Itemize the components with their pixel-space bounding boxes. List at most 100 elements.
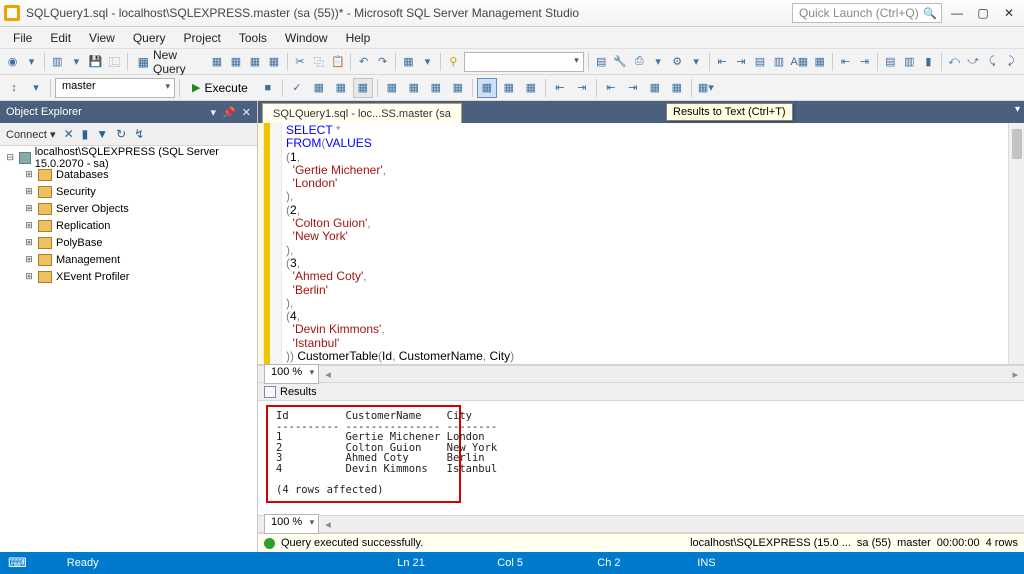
close-button[interactable]: ✕ [998, 3, 1020, 23]
find-combo[interactable] [464, 52, 584, 72]
menu-project[interactable]: Project [175, 28, 230, 48]
tb-icon-q[interactable]: ▥ [901, 52, 918, 72]
panel-dropdown-icon[interactable]: ▾ [211, 106, 217, 119]
execute-button[interactable]: ▶ Execute [184, 81, 256, 95]
save-all-icon[interactable]: ⿺ [106, 52, 123, 72]
tb-icon-i[interactable]: ▾ [650, 52, 667, 72]
new-query-button[interactable]: ▦New Query [132, 48, 207, 76]
document-tab[interactable]: SQLQuery1.sql - loc...SS.master (sa [262, 103, 462, 123]
expand-icon[interactable]: ⊞ [24, 169, 34, 180]
stop-icon[interactable]: ■ [258, 78, 278, 98]
tb-icon-f[interactable]: ▾ [419, 52, 436, 72]
redo-icon[interactable]: ↷ [374, 52, 391, 72]
tree-folder-server-objects[interactable]: ⊞Server Objects [6, 200, 257, 217]
tb2-icon-h[interactable]: ▦▾ [696, 78, 716, 98]
parse-icon[interactable]: ✓ [287, 78, 307, 98]
client-stats-icon[interactable]: ▦ [426, 78, 446, 98]
uncomment-icon[interactable]: ▥ [770, 52, 787, 72]
tree-folder-replication[interactable]: ⊞Replication [6, 217, 257, 234]
object-explorer-tree[interactable]: ⊟ localhost\SQLEXPRESS (SQL Server 15.0.… [0, 146, 257, 552]
menu-help[interactable]: Help [337, 28, 380, 48]
oe-tb-icon[interactable]: ↯ [134, 127, 144, 141]
tb2-icon-a[interactable]: ↕ [4, 78, 24, 98]
copy-icon[interactable]: ⿻ [310, 52, 327, 72]
undo-icon[interactable]: ↶ [355, 52, 372, 72]
panel-close-icon[interactable]: ✕ [242, 106, 251, 119]
refresh-icon[interactable]: ↻ [116, 127, 126, 141]
tb2-icon-e[interactable]: ⇥ [623, 78, 643, 98]
tree-folder-xevent-profiler[interactable]: ⊞XEvent Profiler [6, 268, 257, 285]
tb-icon-a[interactable]: ▦ [209, 52, 226, 72]
menu-tools[interactable]: Tools [230, 28, 276, 48]
tb-icon-n[interactable]: ⇤ [837, 52, 854, 72]
disconnect-icon[interactable]: ✕ [64, 127, 74, 141]
panel-pin-icon[interactable]: 📌 [222, 106, 236, 119]
tb-icon-h[interactable]: ⎙ [631, 52, 648, 72]
tb-icon-j[interactable]: ⚙ [669, 52, 686, 72]
tree-folder-management[interactable]: ⊞Management [6, 251, 257, 268]
expand-icon[interactable]: ⊞ [24, 254, 34, 265]
results-pane[interactable]: Id CustomerName City ---------- --------… [258, 401, 1024, 515]
tb-icon-l[interactable]: A▦ [789, 52, 809, 72]
quick-launch-input[interactable]: Quick Launch (Ctrl+Q) 🔍 [792, 3, 942, 23]
tb-icon-g[interactable]: ⚲ [445, 52, 462, 72]
tb-icon-u[interactable]: ⤸ [1003, 52, 1020, 72]
activity-monitor-icon[interactable]: 🔧 [612, 52, 629, 72]
new-project-icon[interactable]: ▥ [49, 52, 66, 72]
menu-file[interactable]: File [4, 28, 41, 48]
results-to-file-button[interactable]: ▦ [521, 78, 541, 98]
menu-query[interactable]: Query [124, 28, 175, 48]
nav-back-icon[interactable]: ◉ [4, 52, 21, 72]
zoom-combo-top[interactable]: 100 % [264, 364, 319, 384]
indent-right-icon[interactable]: ⇥ [732, 52, 749, 72]
tb2-icon-f[interactable]: ▦ [645, 78, 665, 98]
open-icon[interactable]: ▾ [68, 52, 85, 72]
filter-icon[interactable]: ▼ [96, 127, 108, 141]
results-tab[interactable]: Results [258, 383, 1024, 401]
expand-icon[interactable]: ⊞ [24, 220, 34, 231]
tree-folder-security[interactable]: ⊞Security [6, 183, 257, 200]
tb-icon-r[interactable]: ⤺ [946, 52, 963, 72]
expand-icon[interactable]: ⊞ [24, 203, 34, 214]
actual-plan-icon[interactable]: ▦ [382, 78, 402, 98]
minimize-button[interactable]: — [946, 3, 968, 23]
nav-fwd-icon[interactable]: ▾ [23, 52, 40, 72]
tb-icon-t[interactable]: ⤹ [984, 52, 1001, 72]
tb2-icon-g[interactable]: ▦ [667, 78, 687, 98]
connect-button[interactable]: Connect ▾ [6, 128, 56, 141]
tb-icon-d[interactable]: ▦ [266, 52, 283, 72]
tb-icon-k[interactable]: ▾ [688, 52, 705, 72]
zoom-combo-bottom[interactable]: 100 % [264, 514, 319, 534]
save-icon[interactable]: 💾 [87, 52, 104, 72]
tb2-icon-c[interactable]: ▦ [448, 78, 468, 98]
menu-window[interactable]: Window [276, 28, 337, 48]
tb-icon-p[interactable]: ▤ [882, 52, 899, 72]
comment-selection-icon[interactable]: ⇤ [550, 78, 570, 98]
menu-edit[interactable]: Edit [41, 28, 80, 48]
results-to-text-button[interactable]: ▦ [477, 78, 497, 98]
cut-icon[interactable]: ✂ [291, 52, 308, 72]
tb2-icon-d[interactable]: ⇤ [601, 78, 621, 98]
tree-folder-polybase[interactable]: ⊞PolyBase [6, 234, 257, 251]
live-stats-icon[interactable]: ▦ [404, 78, 424, 98]
collapse-icon[interactable]: ⊟ [6, 152, 15, 163]
query-options-icon[interactable]: ▦ [331, 78, 351, 98]
tb-icon-e[interactable]: ▦ [400, 52, 417, 72]
tabstrip-dropdown-icon[interactable]: ▾ [1015, 104, 1020, 115]
stop-icon[interactable]: ▮ [82, 127, 89, 141]
indent-left-icon[interactable]: ⇤ [713, 52, 730, 72]
tb-icon-c[interactable]: ▦ [247, 52, 264, 72]
paste-icon[interactable]: 📋 [329, 52, 346, 72]
results-to-grid-button[interactable]: ▦ [499, 78, 519, 98]
menu-view[interactable]: View [80, 28, 124, 48]
vertical-scrollbar[interactable] [1008, 123, 1024, 364]
sql-editor[interactable]: SELECT *FROM(VALUES(1, 'Gertie Michener'… [258, 123, 1024, 365]
maximize-button[interactable]: ▢ [972, 3, 994, 23]
expand-icon[interactable]: ⊞ [24, 186, 34, 197]
expand-icon[interactable]: ⊞ [24, 237, 34, 248]
tb-icon-b[interactable]: ▦ [228, 52, 245, 72]
tb-icon-o[interactable]: ⇥ [856, 52, 873, 72]
intellisense-icon[interactable]: ▦ [353, 78, 373, 98]
tb-icon-s[interactable]: ⤻ [965, 52, 982, 72]
uncomment-selection-icon[interactable]: ⇥ [572, 78, 592, 98]
